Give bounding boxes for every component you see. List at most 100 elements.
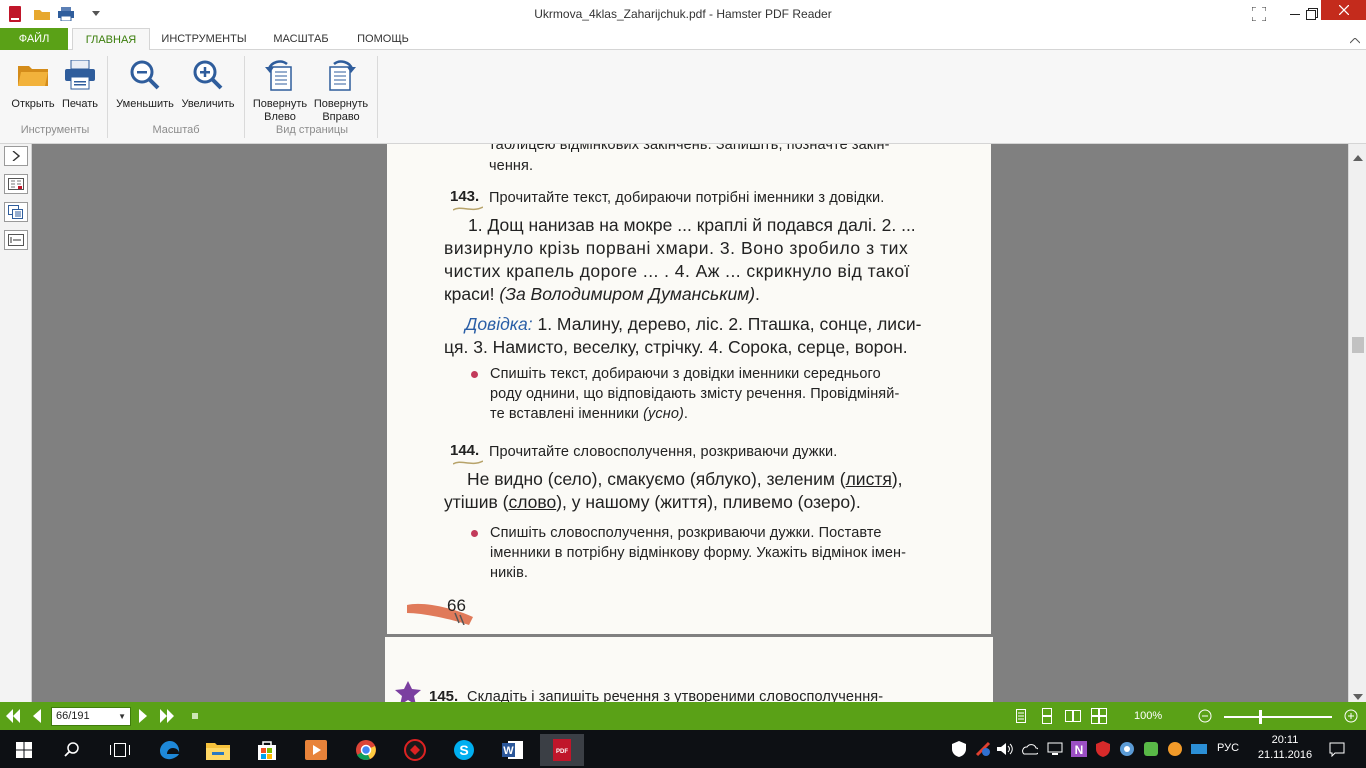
start-windows-icon[interactable] [2, 734, 46, 766]
continuous-view-icon[interactable] [1039, 707, 1055, 725]
pencil-decoration-icon [407, 603, 473, 625]
search-icon[interactable] [50, 734, 94, 766]
edge-browser-icon[interactable] [148, 734, 192, 766]
swirl-decoration-icon [453, 206, 483, 211]
word-icon[interactable]: W [491, 734, 535, 766]
text-line: утішив (слово), у нашому (життя), пливем… [444, 492, 861, 512]
page-number-field[interactable]: 66/191 ▼ [51, 707, 131, 726]
exercise-task: Складіть і запишіть речення з утвореними… [467, 689, 884, 702]
two-page-view-icon[interactable] [1064, 707, 1082, 725]
tray-app-orange-icon[interactable] [1164, 739, 1186, 759]
zoom-minus-icon[interactable] [1197, 707, 1213, 725]
expand-panel-button[interactable] [4, 146, 28, 166]
language-indicator[interactable]: РУС [1217, 742, 1239, 754]
next-page-icon[interactable] [136, 707, 152, 725]
zoom-slider[interactable] [1224, 716, 1332, 718]
ribbon-tabs: ФАЙЛ ГЛАВНАЯ ИНСТРУМЕНТЫ МАСШТАБ ПОМОЩЬ [0, 28, 1366, 51]
text-line: ця. 3. Намисто, веселку, стрічку. 4. Сор… [444, 337, 908, 357]
zoom-out-icon [127, 58, 163, 92]
notifications-icon[interactable] [1326, 739, 1348, 759]
tab-file[interactable]: ФАЙЛ [0, 28, 68, 50]
group-label-tools: Инструменты [20, 124, 90, 136]
print-button[interactable]: Печать [58, 58, 102, 111]
vertical-scrollbar[interactable] [1348, 144, 1366, 702]
zoom-in-button[interactable]: Увеличить [178, 58, 238, 111]
media-player-icon[interactable] [294, 734, 338, 766]
exercise-task: Прочитайте словосполучення, розкриваючи … [489, 444, 838, 460]
onedrive-icon[interactable] [1018, 739, 1040, 759]
previous-page-icon[interactable] [28, 707, 44, 725]
hamster-pdf-taskbar-icon[interactable]: PDF [540, 734, 584, 766]
bookmarks-icon [8, 178, 24, 190]
title-bar: Ukrmova_4klas_Zaharijchuk.pdf - Hamster … [0, 0, 1366, 28]
stop-icon[interactable] [190, 707, 200, 725]
rotate-right-button[interactable]: Повернуть Вправо [311, 58, 371, 124]
zoom-plus-icon[interactable] [1343, 707, 1359, 725]
side-panel [0, 144, 32, 702]
exercise-task: Прочитайте текст, добираючи потрібні іме… [489, 190, 885, 206]
svg-text:PDF: PDF [556, 749, 568, 755]
text-line: чення. [489, 158, 534, 174]
group-separator [107, 56, 108, 138]
collapse-ribbon-icon[interactable] [1349, 33, 1361, 47]
bullet-icon [471, 530, 478, 537]
tray-app-icon[interactable] [1116, 739, 1138, 759]
star-decoration-icon [395, 681, 421, 702]
first-page-icon[interactable] [4, 707, 22, 725]
network-icon[interactable] [1044, 739, 1066, 759]
document-view[interactable]: таблицею відмінкових закінчень. Запишіть… [33, 144, 1348, 702]
scroll-up-icon[interactable] [1353, 150, 1363, 164]
zoom-out-button[interactable]: Уменьшить [113, 58, 177, 111]
text-line: ників. [490, 565, 529, 581]
close-button[interactable] [1321, 0, 1366, 20]
two-page-continuous-icon[interactable] [1090, 707, 1108, 725]
skype-icon[interactable]: S [442, 734, 486, 766]
tab-home[interactable]: ГЛАВНАЯ [72, 28, 150, 51]
security-shield-icon[interactable] [948, 739, 970, 759]
bullet-icon [471, 371, 478, 378]
zoom-slider-knob[interactable] [1259, 710, 1262, 724]
text-line: краси! (За Володимиром Думанським). [444, 284, 760, 304]
exercise-number: 144. [450, 442, 480, 459]
exercise-number: 143. [450, 188, 480, 205]
last-page-icon[interactable] [158, 707, 178, 725]
scroll-thumb[interactable] [1352, 337, 1364, 353]
single-page-view-icon[interactable] [1013, 707, 1029, 725]
chevron-right-icon [12, 151, 20, 161]
zoom-in-icon [190, 58, 226, 92]
tray-app-blue-icon[interactable] [1188, 739, 1210, 759]
tab-help[interactable]: ПОМОЩЬ [348, 28, 418, 50]
layers-icon [8, 234, 24, 246]
store-icon[interactable] [245, 734, 289, 766]
tray-app-green-icon[interactable] [1140, 739, 1162, 759]
navigation-bar: 66/191 ▼ 100% [0, 702, 1366, 730]
window-title: Ukrmova_4klas_Zaharijchuk.pdf - Hamster … [534, 7, 832, 21]
bookmarks-button[interactable] [4, 174, 28, 194]
clock[interactable]: 20:11 21.11.2016 [1256, 733, 1314, 763]
taskbar: S W PDF N РУС 20:11 21.11.2016 [0, 730, 1366, 768]
ribbon: Открыть Печать Инструменты Уменьшить Уве… [0, 50, 1366, 144]
exercise-number: 145. [429, 688, 459, 702]
pdf-page-next: 145. Складіть і запишіть речення з утвор… [385, 637, 993, 702]
thumbnails-button[interactable] [4, 202, 28, 222]
text-line: таблицею відмінкових закінчень. Запишіть… [489, 144, 890, 153]
volume-icon[interactable] [994, 739, 1016, 759]
tab-zoom[interactable]: МАСШТАБ [264, 28, 338, 50]
group-separator [244, 56, 245, 138]
rotate-left-button[interactable]: Повернуть Влево [250, 58, 310, 124]
group-label-view: Вид страницы [275, 124, 349, 136]
open-button[interactable]: Открыть [8, 58, 58, 111]
antivirus-icon[interactable] [1092, 739, 1114, 759]
text-line: 1. Дощ нанизав на мокре ... краплі й под… [468, 215, 916, 235]
task-view-icon[interactable] [98, 734, 142, 766]
scroll-down-icon[interactable] [1353, 689, 1363, 703]
chrome-icon[interactable] [344, 734, 388, 766]
pdf-page: таблицею відмінкових закінчень. Запишіть… [387, 144, 991, 634]
file-explorer-icon[interactable] [196, 734, 240, 766]
svg-text:S: S [459, 742, 468, 758]
app-icon[interactable] [393, 734, 437, 766]
onenote-icon[interactable]: N [1068, 739, 1090, 759]
layers-button[interactable] [4, 230, 28, 250]
app-tray-icon[interactable] [972, 739, 994, 759]
tab-tools[interactable]: ИНСТРУМЕНТЫ [158, 28, 250, 50]
